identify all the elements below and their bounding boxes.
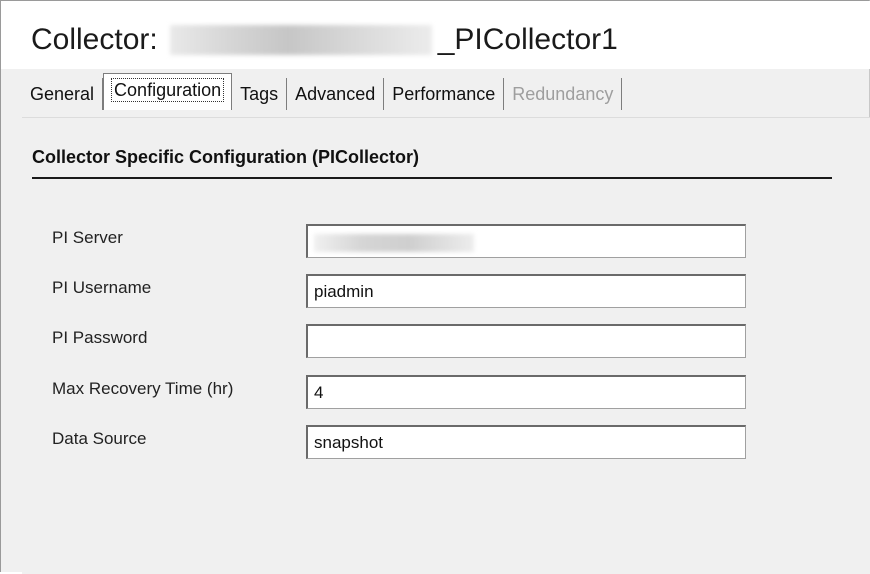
title-prefix: Collector:	[31, 23, 158, 56]
data-source-label: Data Source	[52, 429, 147, 448]
tab-configuration[interactable]: Configuration	[103, 73, 233, 110]
max-recovery-input[interactable]: 4	[306, 375, 746, 409]
pi-username-input[interactable]: piadmin	[306, 274, 746, 308]
section-divider	[32, 177, 832, 179]
redacted-collector-name	[169, 25, 432, 55]
tab-advanced[interactable]: Advanced	[287, 78, 385, 110]
max-recovery-label: Max Recovery Time (hr)	[52, 379, 234, 398]
tab-redundancy: Redundancy	[504, 78, 623, 110]
tab-general[interactable]: General	[22, 78, 104, 110]
title-suffix: _PICollector1	[437, 23, 618, 56]
pi-password-input[interactable]	[306, 324, 746, 358]
pi-password-label: PI Password	[52, 328, 148, 347]
pi-username-label: PI Username	[52, 278, 152, 297]
header: Collector: _PICollector1	[1, 1, 870, 69]
section-title: Collector Specific Configuration (PIColl…	[32, 147, 420, 167]
pi-server-label: PI Server	[52, 228, 123, 247]
redacted-server-name	[314, 234, 474, 252]
tab-strip: General Configuration Tags Advanced Perf…	[22, 73, 623, 110]
page-title: Collector: _PICollector1	[31, 23, 618, 57]
tab-tags[interactable]: Tags	[232, 78, 288, 110]
pi-server-input[interactable]	[306, 224, 746, 258]
tab-performance[interactable]: Performance	[384, 78, 505, 110]
data-source-input[interactable]: snapshot	[306, 425, 746, 459]
